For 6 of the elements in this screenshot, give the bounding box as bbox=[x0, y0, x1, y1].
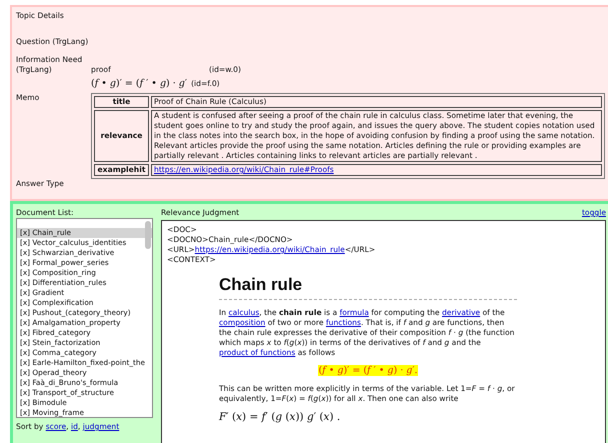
highlighted-formula: (f • g)′ = (f ′ • g) · g′. bbox=[318, 365, 418, 376]
formula-text: (f • g)′ = (f ′ • g) · g′ bbox=[91, 79, 188, 89]
document-listbox[interactable] bbox=[16, 218, 153, 418]
formula-text: F′ (x) = f′ (g (x)) g′ (x) . bbox=[219, 411, 340, 423]
article-title: Chain rule bbox=[219, 275, 304, 295]
scrollbar-thumb[interactable] bbox=[145, 221, 151, 249]
